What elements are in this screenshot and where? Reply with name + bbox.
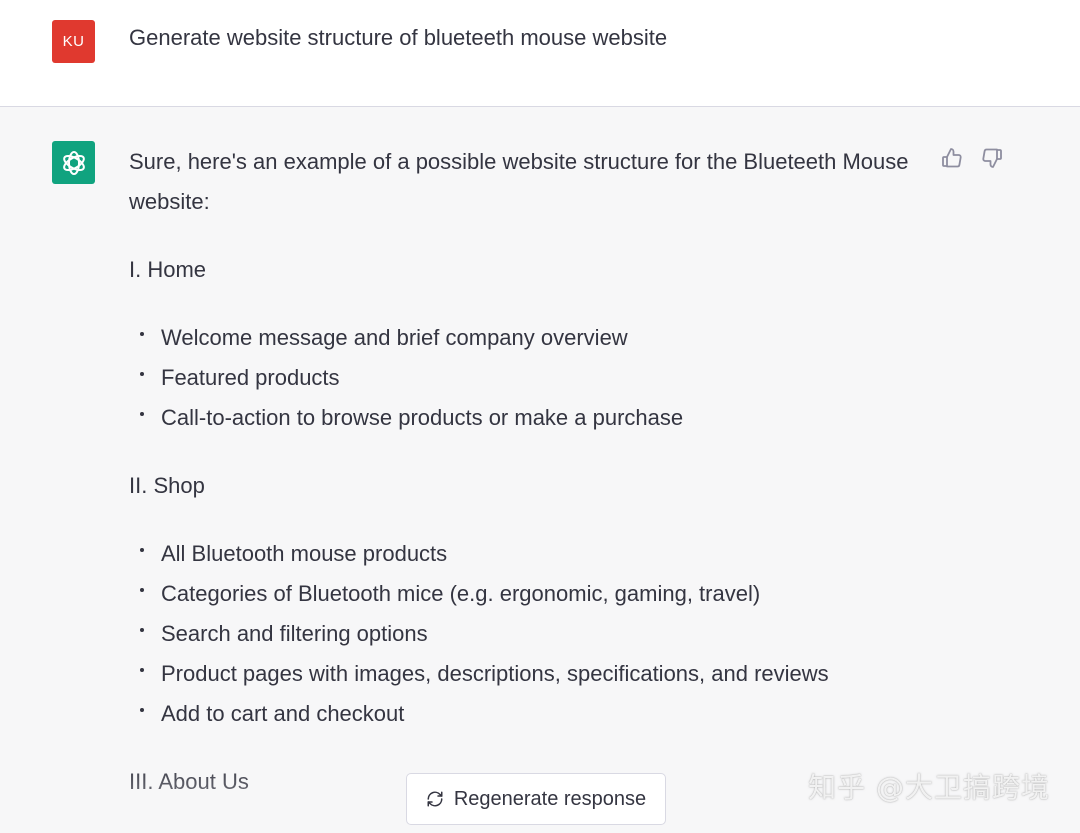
section-list: Welcome message and brief company overvi… — [129, 318, 919, 438]
list-item: Product pages with images, descriptions,… — [129, 654, 919, 694]
regenerate-label: Regenerate response — [453, 787, 647, 810]
section-list: All Bluetooth mouse products Categories … — [129, 534, 919, 734]
user-message-text: Generate website structure of blueteeth … — [129, 25, 668, 50]
list-item: Welcome message and brief company overvi… — [129, 318, 919, 358]
assistant-avatar — [52, 141, 95, 184]
list-item: All Bluetooth mouse products — [129, 534, 919, 574]
thumbs-down-icon — [982, 148, 1002, 168]
assistant-response: Sure, here's an example of a possible we… — [129, 142, 919, 830]
chat-page: KU Generate website structure of bluetee… — [0, 0, 1080, 833]
list-item: Categories of Bluetooth mice (e.g. ergon… — [129, 574, 919, 614]
watermark: 知乎 @大卫搞跨境 — [808, 771, 1050, 804]
list-item: Featured products — [129, 358, 919, 398]
refresh-icon — [426, 790, 444, 808]
list-item: Add to cart and checkout — [129, 694, 919, 734]
section-heading: I. Home — [129, 257, 207, 282]
thumbs-up-button[interactable] — [939, 145, 965, 171]
openai-logo-icon — [62, 150, 85, 175]
section-heading: II. Shop — [129, 473, 205, 498]
user-avatar: KU — [52, 20, 95, 63]
list-item: Search and filtering options — [129, 614, 919, 654]
thumbs-down-button[interactable] — [979, 145, 1005, 171]
list-item: Call-to-action to browse products or mak… — [129, 398, 919, 438]
user-message-row: KU Generate website structure of bluetee… — [0, 0, 1080, 107]
regenerate-response-button[interactable]: Regenerate response — [406, 773, 666, 825]
thumbs-up-icon — [942, 148, 962, 168]
response-intro: Sure, here's an example of a possible we… — [129, 149, 909, 214]
